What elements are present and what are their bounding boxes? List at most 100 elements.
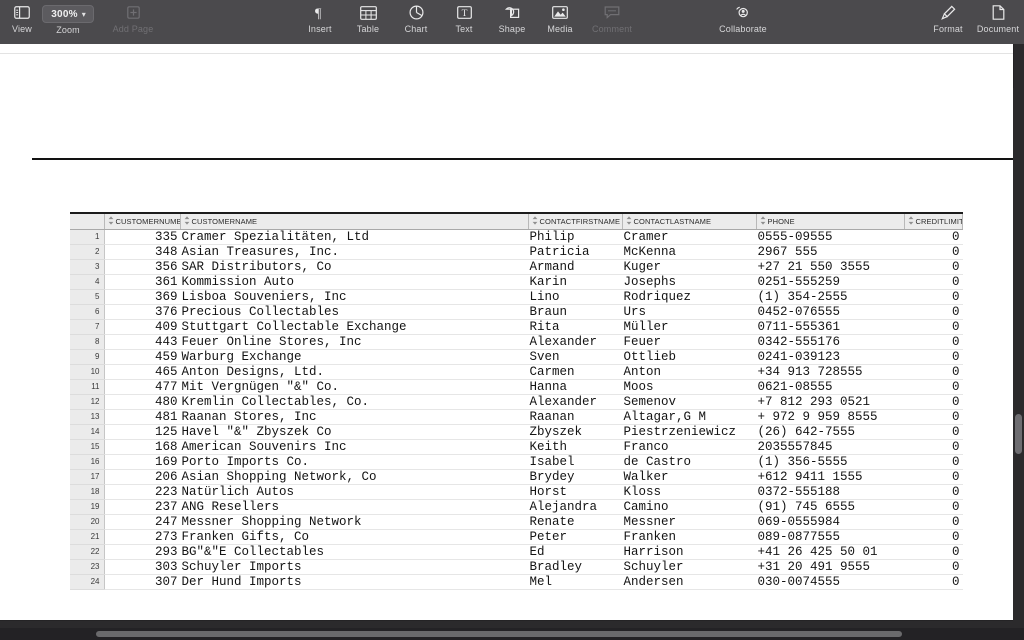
cell-contactfirstname[interactable]: Bradley bbox=[528, 559, 622, 575]
cell-contactlastname[interactable]: Altagar,G M bbox=[622, 409, 756, 425]
row-number-cell[interactable]: 22 bbox=[70, 544, 105, 560]
row-number-cell[interactable]: 17 bbox=[70, 469, 105, 485]
cell-creditlimit[interactable]: 0 bbox=[904, 289, 962, 305]
cell-customernumber[interactable]: 335 bbox=[104, 229, 180, 245]
cell-customernumber[interactable]: 409 bbox=[104, 319, 180, 335]
cell-creditlimit[interactable]: 0 bbox=[904, 379, 962, 395]
cell-creditlimit[interactable]: 0 bbox=[904, 439, 962, 455]
table-row[interactable]: 2 348 Asian Treasures, Inc. Patricia McKenna… bbox=[70, 244, 962, 260]
cell-customernumber[interactable]: 247 bbox=[104, 514, 180, 530]
horizontal-scrollbar[interactable] bbox=[0, 628, 1024, 640]
row-number-cell[interactable]: 6 bbox=[70, 304, 105, 320]
row-number-cell[interactable]: 15 bbox=[70, 439, 105, 455]
table-row[interactable]: 6 376 Precious Collectables Braun Urs 0452-07… bbox=[70, 304, 962, 320]
cell-phone[interactable]: 2035557845 bbox=[756, 439, 904, 455]
table-row[interactable]: 16 169 Porto Imports Co. Isabel de Castro (1)… bbox=[70, 454, 962, 470]
cell-phone[interactable]: +27 21 550 3555 bbox=[756, 259, 904, 275]
row-number-cell[interactable]: 4 bbox=[70, 274, 105, 290]
cell-customernumber[interactable]: 303 bbox=[104, 559, 180, 575]
column-header-creditlimit[interactable]: CREDITLIMIT bbox=[904, 212, 963, 230]
vertical-scrollbar-thumb[interactable] bbox=[1015, 414, 1022, 454]
cell-creditlimit[interactable]: 0 bbox=[904, 469, 962, 485]
cell-phone[interactable]: +612 9411 1555 bbox=[756, 469, 904, 485]
cell-creditlimit[interactable]: 0 bbox=[904, 574, 962, 590]
cell-contactfirstname[interactable]: Carmen bbox=[528, 364, 622, 380]
cell-contactfirstname[interactable]: Ed bbox=[528, 544, 622, 560]
cell-phone[interactable]: + 972 9 959 8555 bbox=[756, 409, 904, 425]
cell-contactlastname[interactable]: Anton bbox=[622, 364, 756, 380]
cell-creditlimit[interactable]: 0 bbox=[904, 394, 962, 410]
vertical-scrollbar[interactable] bbox=[1013, 88, 1024, 640]
table-button[interactable]: Table bbox=[352, 0, 384, 34]
cell-contactlastname[interactable]: Feuer bbox=[622, 334, 756, 350]
cell-customernumber[interactable]: 293 bbox=[104, 544, 180, 560]
collaborate-button[interactable]: Collaborate bbox=[713, 0, 773, 34]
table-row[interactable]: 23 303 Schuyler Imports Bradley Schuyler +31 … bbox=[70, 559, 962, 575]
cell-phone[interactable]: 0621-08555 bbox=[756, 379, 904, 395]
cell-customernumber[interactable]: 168 bbox=[104, 439, 180, 455]
row-number-cell[interactable]: 23 bbox=[70, 559, 105, 575]
cell-creditlimit[interactable]: 0 bbox=[904, 559, 962, 575]
cell-customername[interactable]: Kremlin Collectables, Co. bbox=[180, 394, 528, 410]
cell-creditlimit[interactable]: 0 bbox=[904, 424, 962, 440]
cell-phone[interactable]: +41 26 425 50 01 bbox=[756, 544, 904, 560]
column-header-customernumber[interactable]: CUSTOMERNUMBER bbox=[104, 212, 181, 230]
table-row[interactable]: 1 335 Cramer Spezialitäten, Ltd Philip Crame… bbox=[70, 229, 962, 245]
cell-contactfirstname[interactable]: Braun bbox=[528, 304, 622, 320]
cell-customernumber[interactable]: 480 bbox=[104, 394, 180, 410]
table-row[interactable]: 5 369 Lisboa Souveniers, Inc Lino Rodriquez(… bbox=[70, 289, 962, 305]
cell-phone[interactable]: 0241-039123 bbox=[756, 349, 904, 365]
cell-creditlimit[interactable]: 0 bbox=[904, 274, 962, 290]
cell-creditlimit[interactable]: 0 bbox=[904, 304, 962, 320]
row-number-cell[interactable]: 7 bbox=[70, 319, 105, 335]
cell-contactlastname[interactable]: Walker bbox=[622, 469, 756, 485]
cell-phone[interactable]: 0342-555176 bbox=[756, 334, 904, 350]
cell-customernumber[interactable]: 465 bbox=[104, 364, 180, 380]
cell-phone[interactable]: +31 20 491 9555 bbox=[756, 559, 904, 575]
table-row[interactable]: 4 361 Kommission Auto Karin Josephs 0251-5552… bbox=[70, 274, 962, 290]
cell-customername[interactable]: Anton Designs, Ltd. bbox=[180, 364, 528, 380]
cell-contactlastname[interactable]: Cramer bbox=[622, 229, 756, 245]
cell-creditlimit[interactable]: 0 bbox=[904, 499, 962, 515]
row-number-cell[interactable]: 10 bbox=[70, 364, 105, 380]
cell-contactfirstname[interactable]: Peter bbox=[528, 529, 622, 545]
document-button[interactable]: Document bbox=[976, 0, 1020, 34]
cell-contactlastname[interactable]: Rodriquez bbox=[622, 289, 756, 305]
column-header-contactlastname[interactable]: CONTACTLASTNAME bbox=[622, 212, 757, 230]
table-row[interactable]: 17 206 Asian Shopping Network, Co Brydey Wal… bbox=[70, 469, 962, 485]
table-row[interactable]: 11 477 Mit Vergnügen "&" Co. Hanna Moos 0621-… bbox=[70, 379, 962, 395]
cell-customername[interactable]: Asian Treasures, Inc. bbox=[180, 244, 528, 260]
cell-contactfirstname[interactable]: Brydey bbox=[528, 469, 622, 485]
cell-contactlastname[interactable]: Messner bbox=[622, 514, 756, 530]
table-row[interactable]: 18 223 Natürlich Autos Horst Kloss 0372-55518… bbox=[70, 484, 962, 500]
cell-customernumber[interactable]: 237 bbox=[104, 499, 180, 515]
cell-customername[interactable]: Franken Gifts, Co bbox=[180, 529, 528, 545]
cell-customername[interactable]: Stuttgart Collectable Exchange bbox=[180, 319, 528, 335]
cell-customername[interactable]: Kommission Auto bbox=[180, 274, 528, 290]
cell-contactlastname[interactable]: Semenov bbox=[622, 394, 756, 410]
cell-customernumber[interactable]: 125 bbox=[104, 424, 180, 440]
cell-customernumber[interactable]: 361 bbox=[104, 274, 180, 290]
row-number-cell[interactable]: 20 bbox=[70, 514, 105, 530]
column-header-customername[interactable]: CUSTOMERNAME bbox=[180, 212, 529, 230]
zoom-dropdown-icon[interactable]: 300% ▾ bbox=[42, 5, 94, 23]
table-row[interactable]: 13 481 Raanan Stores, Inc Raanan Altagar,G M… bbox=[70, 409, 962, 425]
cell-contactlastname[interactable]: Urs bbox=[622, 304, 756, 320]
cell-customername[interactable]: Raanan Stores, Inc bbox=[180, 409, 528, 425]
cell-customername[interactable]: Mit Vergnügen "&" Co. bbox=[180, 379, 528, 395]
sort-arrows-icon[interactable] bbox=[532, 216, 538, 227]
cell-creditlimit[interactable]: 0 bbox=[904, 259, 962, 275]
cell-contactlastname[interactable]: Schuyler bbox=[622, 559, 756, 575]
cell-creditlimit[interactable]: 0 bbox=[904, 484, 962, 500]
format-button[interactable]: Format bbox=[926, 0, 970, 34]
cell-customernumber[interactable]: 169 bbox=[104, 454, 180, 470]
cell-phone[interactable]: 030-0074555 bbox=[756, 574, 904, 590]
table-row[interactable]: 15 168 American Souvenirs Inc Keith Franco 20… bbox=[70, 439, 962, 455]
table-row[interactable]: 9 459 Warburg Exchange Sven Ottlieb 0241-0391… bbox=[70, 349, 962, 365]
cell-creditlimit[interactable]: 0 bbox=[904, 349, 962, 365]
cell-customername[interactable]: Havel "&" Zbyszek Co bbox=[180, 424, 528, 440]
view-button[interactable]: View bbox=[4, 0, 40, 35]
cell-customernumber[interactable]: 223 bbox=[104, 484, 180, 500]
cell-customername[interactable]: Porto Imports Co. bbox=[180, 454, 528, 470]
row-number-cell[interactable]: 19 bbox=[70, 499, 105, 515]
